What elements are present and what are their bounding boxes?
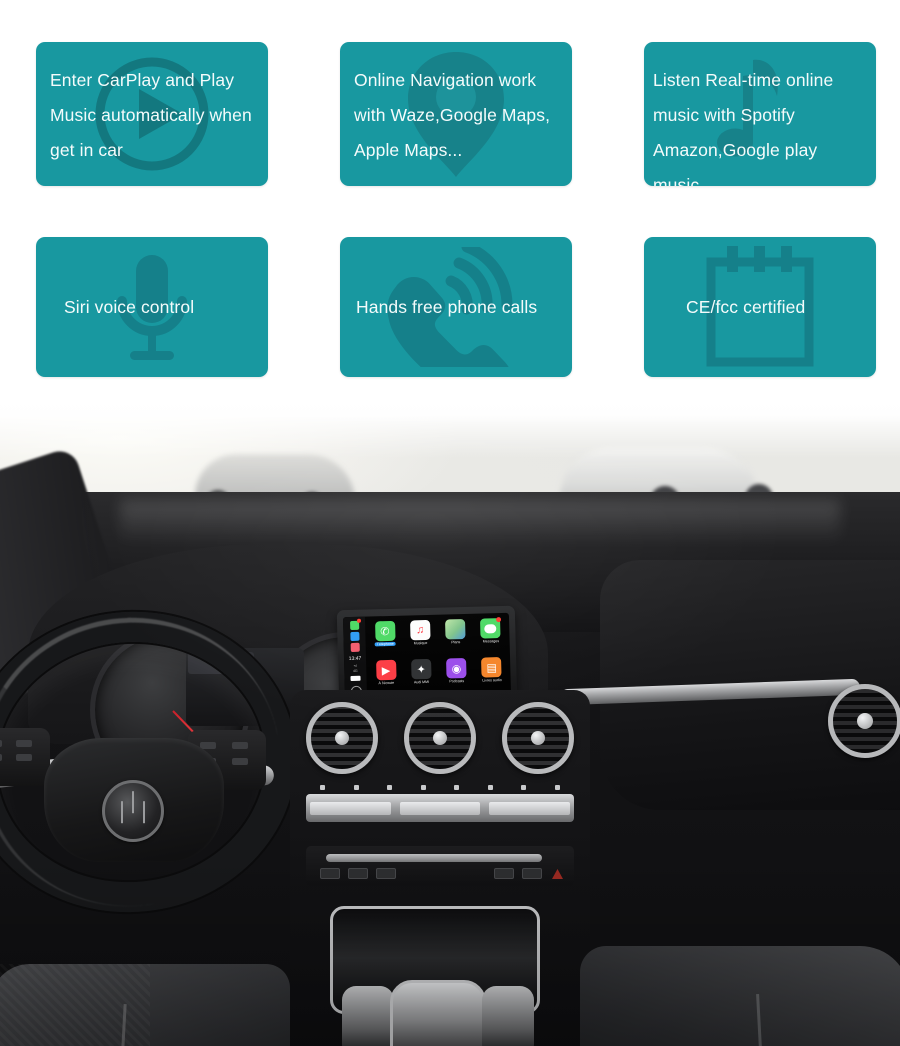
carplay-app-musique[interactable]: ♫ Musique <box>405 619 435 658</box>
app-label: À l'écoute <box>378 680 395 686</box>
feature-tile-label: Siri voice control <box>64 296 195 317</box>
air-vent <box>306 702 378 774</box>
control-icon <box>454 784 460 790</box>
air-vent <box>502 702 574 774</box>
feature-tile-label: Listen Real-time online music with Spoti… <box>653 70 834 186</box>
steering-button[interactable] <box>16 740 32 747</box>
battery-icon <box>350 675 361 682</box>
app-label: Téléphone <box>374 641 396 647</box>
feature-tile-label: Enter CarPlay and Play Music automatical… <box>50 70 252 160</box>
feature-tile-label: Hands free phone calls <box>356 296 538 317</box>
media-button[interactable] <box>348 868 368 879</box>
maps-icon <box>445 618 466 640</box>
carplay-status-bar: 13:47 •ıl 4G <box>342 616 368 702</box>
center-air-vents <box>306 702 574 774</box>
control-icon <box>387 784 393 790</box>
app-label: Plans <box>451 640 461 645</box>
media-button[interactable] <box>376 868 396 879</box>
car-brand-icon: ✦ <box>410 658 432 680</box>
feature-tile-music[interactable]: Listen Real-time online music with Spoti… <box>644 42 876 186</box>
control-icon <box>521 784 527 790</box>
app-label: Audi MMI <box>413 679 430 685</box>
steering-button[interactable] <box>232 758 248 765</box>
feature-tile-siri[interactable]: Siri voice control <box>36 237 268 377</box>
seat-texture <box>0 964 150 1046</box>
feature-tile-auto-play[interactable]: Enter CarPlay and Play Music automatical… <box>36 42 268 186</box>
carplay-app-grid: ✆ Téléphone ♫ Musique Plans Messages ▶ À… <box>365 613 511 701</box>
control-icon <box>320 784 326 790</box>
hazard-light-button[interactable] <box>552 869 563 879</box>
control-icon <box>487 784 493 790</box>
carplay-app-telephone[interactable]: ✆ Téléphone <box>370 620 400 659</box>
air-vent <box>404 702 476 774</box>
feature-tile-navigation[interactable]: Online Navigation work with Waze,Google … <box>340 42 572 186</box>
product-feature-page: Enter CarPlay and Play Music automatical… <box>0 0 900 1046</box>
control-icon <box>554 784 560 790</box>
steering-buttons-left[interactable] <box>0 728 50 786</box>
feature-tile-grid: Enter CarPlay and Play Music automatical… <box>0 0 900 400</box>
control-icon <box>353 784 359 790</box>
feature-tile-label: CE/fcc certified <box>686 296 806 317</box>
feature-tile-handsfree[interactable]: Hands free phone calls <box>340 237 572 377</box>
app-label: Podcasts <box>449 679 465 684</box>
media-button[interactable] <box>522 868 542 879</box>
steering-button[interactable] <box>16 754 32 761</box>
carplay-app-messages[interactable]: Messages <box>476 617 506 656</box>
carplay-signal: •ıl 4G <box>353 663 358 673</box>
media-button[interactable] <box>320 868 340 879</box>
control-icon <box>420 784 426 790</box>
steering-wheel <box>0 594 316 942</box>
climate-control-row[interactable] <box>306 794 574 822</box>
car-interior-photo: 13:47 •ıl 4G ✆ Téléphone ♫ Musique Plans… <box>0 398 900 1046</box>
media-button[interactable] <box>494 868 514 879</box>
passenger-seat <box>580 946 900 1046</box>
steering-button[interactable] <box>232 742 248 749</box>
feature-tile-label: Online Navigation work with Waze,Google … <box>354 70 551 160</box>
mercedes-star-logo <box>102 780 164 842</box>
climate-control-icons <box>306 782 574 792</box>
air-vent-right <box>828 684 900 758</box>
status-indicator-pink <box>350 642 360 653</box>
feature-tile-certification[interactable]: CE/fcc certified <box>644 237 876 377</box>
console-trim-left <box>342 986 394 1046</box>
music-icon: ♫ <box>409 619 431 641</box>
climate-button[interactable] <box>489 801 570 815</box>
climate-button[interactable] <box>399 801 481 815</box>
podcasts-icon: ◉ <box>446 657 467 679</box>
carplay-app-plans[interactable]: Plans <box>441 618 471 657</box>
carplay-ui[interactable]: 13:47 •ıl 4G ✆ Téléphone ♫ Musique Plans… <box>342 612 512 702</box>
carplay-clock: 13:47 <box>348 655 362 663</box>
status-indicator-blue <box>349 631 360 642</box>
audiobooks-icon: ▤ <box>481 657 502 678</box>
dashboard-sheen <box>120 500 840 544</box>
steering-button[interactable] <box>0 740 2 747</box>
status-indicator-green <box>349 618 361 631</box>
media-control-row[interactable] <box>306 846 574 886</box>
now-playing-icon: ▶ <box>375 659 397 681</box>
steering-button[interactable] <box>0 754 2 761</box>
app-label: Livres audio <box>482 678 502 683</box>
gear-selector[interactable] <box>390 980 486 1046</box>
app-label: Musique <box>413 640 428 646</box>
dashboard: 13:47 •ıl 4G ✆ Téléphone ♫ Musique Plans… <box>0 446 900 1046</box>
console-trim-right <box>482 986 534 1046</box>
climate-button[interactable] <box>310 801 391 815</box>
messages-icon <box>480 617 502 639</box>
phone-icon: ✆ <box>374 620 396 642</box>
cd-slot <box>326 854 542 862</box>
app-label: Messages <box>482 639 500 644</box>
photo-top-blend <box>0 398 900 424</box>
